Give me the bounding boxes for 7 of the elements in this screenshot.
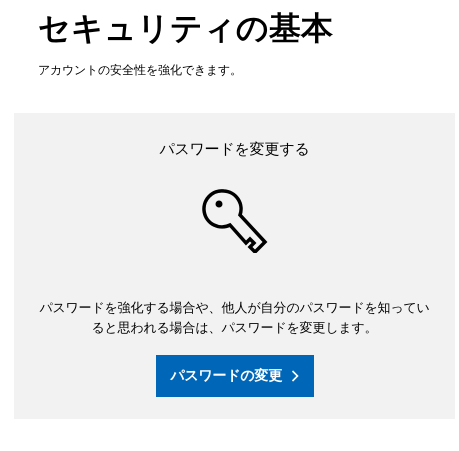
chevron-icon <box>290 370 298 382</box>
page-subtitle: アカウントの安全性を強化できます。 <box>38 62 243 78</box>
card-description: パスワードを強化する場合や、他人が自分のパスワードを知っていると思われる場合は、パスワードを変更します。 <box>38 300 430 338</box>
key-icon <box>202 187 268 253</box>
change-password-button[interactable]: パスワードの変更 <box>156 355 314 397</box>
page-title: セキュリティの基本 <box>38 8 334 48</box>
card-heading: パスワードを変更する <box>160 139 310 159</box>
